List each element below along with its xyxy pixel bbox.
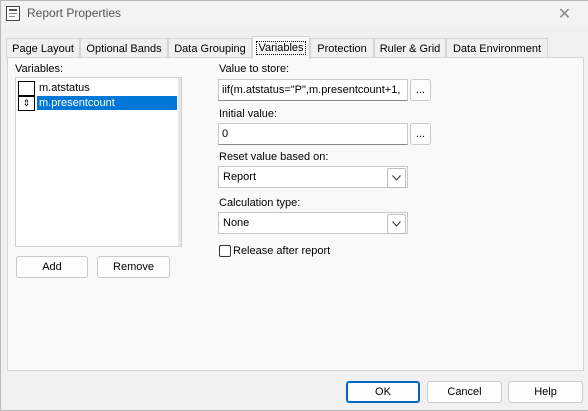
reset-label: Reset value based on: <box>219 151 329 163</box>
add-button[interactable]: Add <box>16 256 88 278</box>
window-title: Report Properties <box>27 6 122 20</box>
list-item[interactable]: m.atstatus <box>17 81 177 96</box>
value-to-store-label: Value to store: <box>219 63 290 75</box>
chevron-down-icon[interactable] <box>387 214 406 234</box>
release-after-report-label: Release after report <box>233 245 331 257</box>
calculation-type-label: Calculation type: <box>219 197 301 209</box>
chevron-down-icon[interactable] <box>387 168 406 188</box>
list-scrollbar[interactable] <box>178 78 181 246</box>
report-properties-icon <box>6 6 20 21</box>
list-item[interactable]: ⇕ m.presentcount <box>17 96 177 111</box>
reset-selected-value: Report <box>223 171 257 183</box>
release-after-report-checkbox[interactable] <box>219 245 231 257</box>
tab-protection[interactable]: Protection <box>310 38 374 58</box>
close-button[interactable]: ✕ <box>541 1 588 27</box>
initial-value-field[interactable]: 0 <box>218 123 408 145</box>
tab-variables[interactable]: Variables <box>252 36 310 59</box>
reset-dropdown[interactable]: Report <box>218 166 408 188</box>
move-handle-icon[interactable]: ⇕ <box>18 96 35 111</box>
tab-data-environment[interactable]: Data Environment <box>446 38 548 58</box>
row-marker[interactable] <box>18 81 35 96</box>
calculation-selected-value: None <box>223 217 250 229</box>
title-bar: Report Properties ✕ <box>1 1 588 27</box>
help-button[interactable]: Help <box>508 381 583 403</box>
cancel-button[interactable]: Cancel <box>427 381 502 403</box>
initial-value-browse-button[interactable]: ... <box>410 123 431 145</box>
variables-label: Variables: <box>15 63 64 75</box>
calculation-type-dropdown[interactable]: None <box>218 212 408 234</box>
value-to-store-browse-button[interactable]: ... <box>410 79 431 101</box>
variable-name: m.atstatus <box>39 82 90 94</box>
remove-button[interactable]: Remove <box>97 256 170 278</box>
value-to-store-field[interactable]: iif(m.atstatus="P",m.presentcount+1, <box>218 79 408 101</box>
tab-strip: Page Layout Optional Bands Data Grouping… <box>1 36 561 59</box>
tab-ruler-grid[interactable]: Ruler & Grid <box>374 38 446 58</box>
tab-data-grouping[interactable]: Data Grouping <box>168 38 252 58</box>
variable-name: m.presentcount <box>37 96 177 110</box>
ok-button[interactable]: OK <box>346 381 420 403</box>
tab-optional-bands[interactable]: Optional Bands <box>80 38 168 58</box>
initial-value-label: Initial value: <box>219 108 278 120</box>
close-icon: ✕ <box>557 6 572 23</box>
tab-page-layout[interactable]: Page Layout <box>6 38 80 58</box>
variables-list[interactable]: m.atstatus ⇕ m.presentcount <box>15 77 182 247</box>
report-properties-dialog: Report Properties ✕ Page Layout Optional… <box>0 0 588 411</box>
